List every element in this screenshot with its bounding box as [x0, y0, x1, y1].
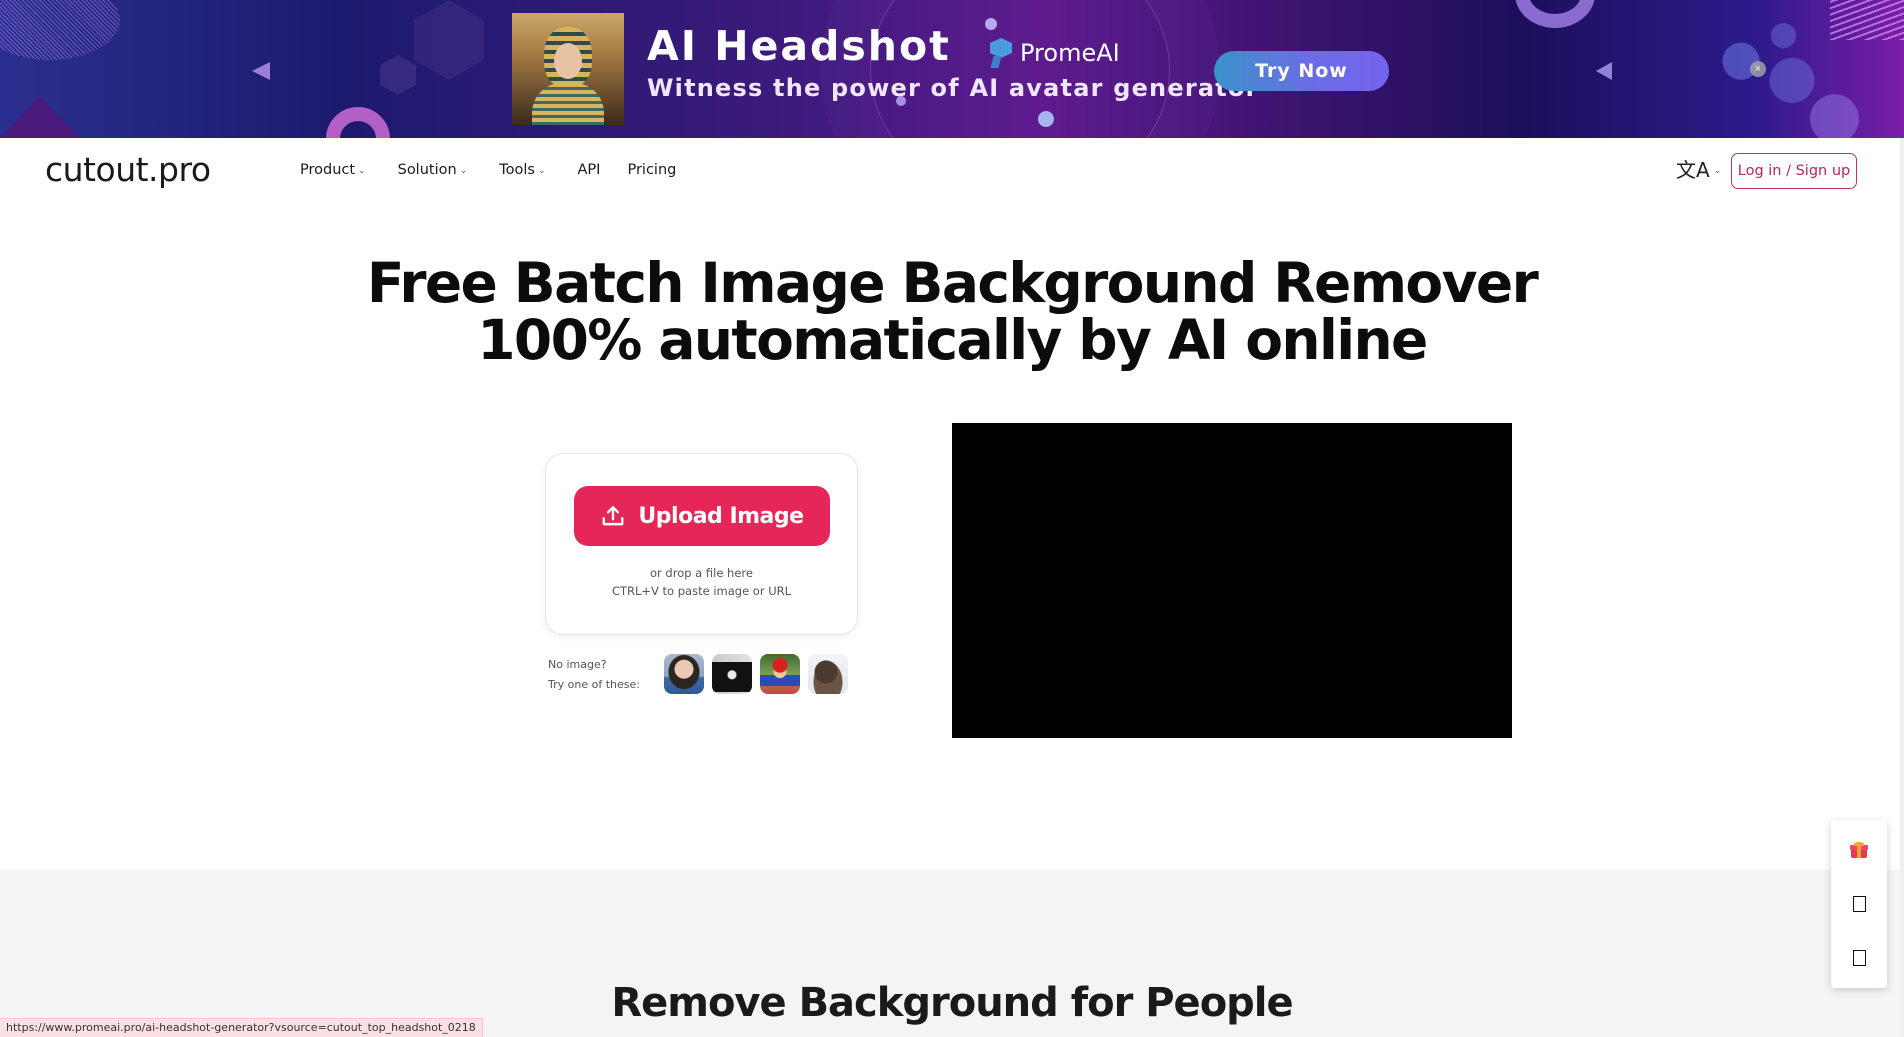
- sample-thumbnail-black-t-shirt[interactable]: [712, 654, 752, 694]
- banner-ring-decoration: [326, 107, 390, 138]
- upload-dropzone[interactable]: Upload Image or drop a file here CTRL+V …: [545, 453, 858, 635]
- login-signup-button[interactable]: Log in / Sign up: [1731, 153, 1857, 189]
- main-nav: Product ⌄ Solution ⌄ Tools ⌄ API Pricing: [300, 162, 708, 178]
- drop-file-text: or drop a file here: [650, 566, 753, 580]
- nav-item-product[interactable]: Product ⌄: [300, 162, 366, 178]
- nav-item-label: Product: [300, 162, 356, 178]
- cutout-pro-logo[interactable]: cutout.pro: [45, 150, 211, 189]
- banner-headline: AI Headshot: [647, 22, 951, 70]
- side-toolbar-button[interactable]: [1847, 892, 1871, 916]
- promeai-logo-icon: [990, 38, 1012, 68]
- people-section: Remove Background for People: [0, 870, 1904, 1037]
- banner-subline: Witness the power of AI avatar generator: [647, 74, 1259, 102]
- site-header: cutout.pro Product ⌄ Solution ⌄ Tools ⌄ …: [0, 138, 1904, 204]
- gift-ribbon: [1857, 845, 1861, 858]
- link-preview-status: https://www.promeai.pro/ai-headshot-gene…: [0, 1018, 483, 1037]
- banner-triangle-decoration: [252, 62, 270, 80]
- banner-dot-decoration: [985, 18, 997, 30]
- side-toolbar-button[interactable]: [1847, 946, 1871, 970]
- language-selector[interactable]: 文A ⌄: [1676, 160, 1721, 180]
- drop-hint: or drop a file here CTRL+V to paste imag…: [546, 564, 857, 600]
- nav-item-solution[interactable]: Solution ⌄: [398, 162, 468, 178]
- chevron-down-icon: ⌄: [537, 166, 546, 176]
- gift-bow: [1854, 842, 1864, 846]
- banner-triangle-decoration: [1596, 62, 1612, 80]
- nav-item-label: Tools: [499, 162, 535, 178]
- portrait-body: [532, 83, 604, 125]
- translate-icon: 文A: [1676, 158, 1710, 182]
- banner-pyramid-decoration: [0, 96, 80, 138]
- banner-dots-decoration: [1830, 0, 1904, 40]
- sample-thumbnail-girl-portrait[interactable]: [664, 654, 704, 694]
- nav-item-pricing[interactable]: Pricing: [627, 162, 676, 178]
- chevron-down-icon: ⌄: [1713, 164, 1722, 175]
- banner-ring-decoration: [1515, 0, 1595, 28]
- banner-dot-decoration: [1038, 111, 1054, 127]
- banner-hexagon-decoration: [414, 0, 484, 80]
- promo-banner[interactable]: AI Headshot Witness the power of AI avat…: [0, 0, 1904, 138]
- upload-image-label: Upload Image: [638, 503, 804, 529]
- missing-glyph-icon: [1852, 950, 1866, 966]
- nav-item-tools[interactable]: Tools ⌄: [499, 162, 545, 178]
- banner-portrait-image: [512, 13, 624, 125]
- nav-item-label: API: [577, 162, 601, 178]
- page-title-line-1: Free Batch Image Background Remover: [366, 251, 1539, 315]
- paste-hint-text: CTRL+V to paste image or URL: [611, 584, 792, 598]
- nav-item-api[interactable]: API: [578, 162, 601, 178]
- close-banner-icon[interactable]: ×: [1750, 61, 1766, 77]
- missing-glyph-icon: [1852, 896, 1866, 912]
- floating-side-toolbar: [1831, 820, 1887, 988]
- page-title: Free Batch Image Background Remover 100%…: [0, 255, 1904, 369]
- promeai-brand: PromeAI: [990, 38, 1120, 68]
- banner-wave-decoration: [0, 0, 120, 60]
- try-now-button[interactable]: Try Now: [1214, 51, 1389, 91]
- upload-image-button[interactable]: Upload Image: [574, 486, 830, 546]
- nav-item-label: Pricing: [627, 162, 677, 178]
- chevron-down-icon: ⌄: [459, 166, 468, 176]
- chevron-down-icon: ⌄: [358, 166, 366, 176]
- no-image-text: No image?: [548, 658, 607, 671]
- sample-images: No image? Try one of these:: [548, 654, 858, 697]
- banner-hexagon-decoration: [380, 55, 416, 95]
- gift-button[interactable]: [1847, 838, 1871, 862]
- portrait-face: [554, 43, 582, 79]
- nav-item-label: Solution: [397, 162, 457, 178]
- page-scrollbar[interactable]: [1900, 138, 1904, 1037]
- upload-icon: [603, 506, 624, 526]
- promeai-brand-name: PromeAI: [1020, 39, 1120, 67]
- sample-images-label: No image? Try one of these:: [548, 655, 640, 695]
- sample-thumbnail-puppy[interactable]: [808, 654, 848, 694]
- sample-thumbnail-mario-figure[interactable]: [760, 654, 800, 694]
- page-title-line-2: 100% automatically by AI online: [477, 308, 1428, 372]
- gift-icon: [1850, 842, 1868, 858]
- try-these-text: Try one of these:: [548, 678, 640, 691]
- demo-video-player[interactable]: [952, 423, 1512, 738]
